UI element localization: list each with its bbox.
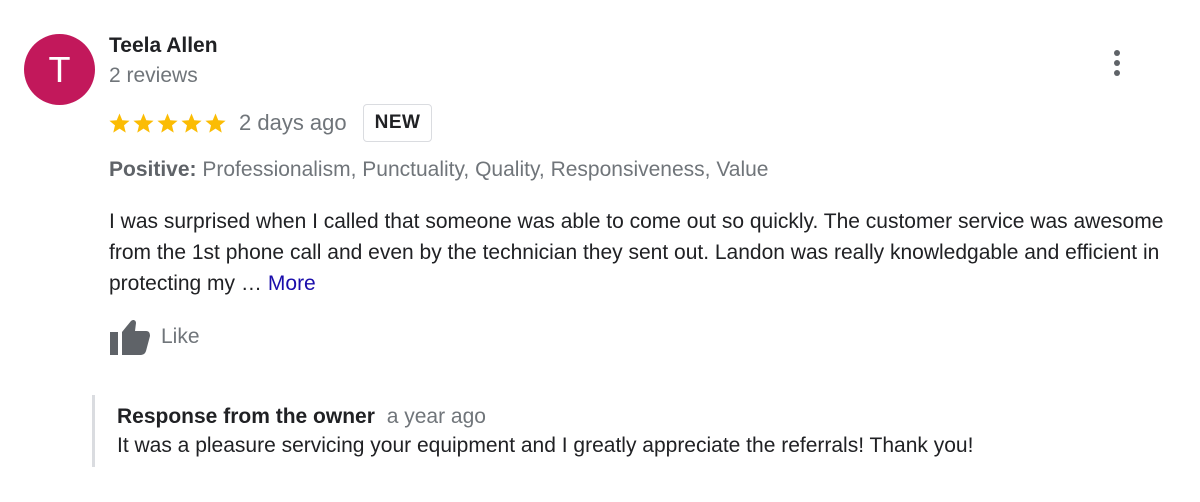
thumbs-up-icon [110, 319, 150, 355]
star-icon [133, 112, 154, 133]
menu-dot [1114, 50, 1120, 56]
highlights-value: Professionalism, Punctuality, Quality, R… [202, 158, 769, 181]
owner-response-text: It was a pleasure servicing your equipme… [117, 434, 974, 457]
star-rating [108, 112, 227, 135]
owner-response-time: a year ago [386, 405, 486, 428]
menu-dot [1114, 70, 1120, 76]
more-link[interactable]: More [268, 272, 316, 295]
avatar-letter: T [48, 48, 71, 90]
owner-response-title: Response from the owner [117, 405, 375, 428]
star-icon [205, 112, 226, 133]
star-icon [181, 112, 202, 133]
owner-response-header: Response from the owner a year ago [117, 405, 1167, 429]
review-text: I was surprised when I called that someo… [109, 206, 1179, 299]
like-button[interactable]: Like [109, 318, 200, 356]
review-date: 2 days ago [239, 110, 347, 135]
owner-response: Response from the owner a year ago It wa… [92, 395, 1167, 467]
menu-dot [1114, 60, 1120, 66]
new-badge: NEW [362, 104, 433, 142]
more-vert-icon[interactable] [1104, 46, 1130, 80]
reviewer-name[interactable]: Teela Allen [109, 34, 218, 58]
review-highlights: Positive: Professionalism, Punctuality, … [109, 158, 768, 182]
like-label: Like [161, 325, 200, 348]
reviewer-avatar[interactable]: T [24, 34, 95, 105]
highlights-label: Positive: [109, 158, 197, 181]
reviewer-review-count[interactable]: 2 reviews [109, 64, 198, 88]
rating-row: 2 days ago NEW [108, 104, 433, 142]
star-icon [157, 112, 178, 133]
star-icon [109, 112, 130, 133]
